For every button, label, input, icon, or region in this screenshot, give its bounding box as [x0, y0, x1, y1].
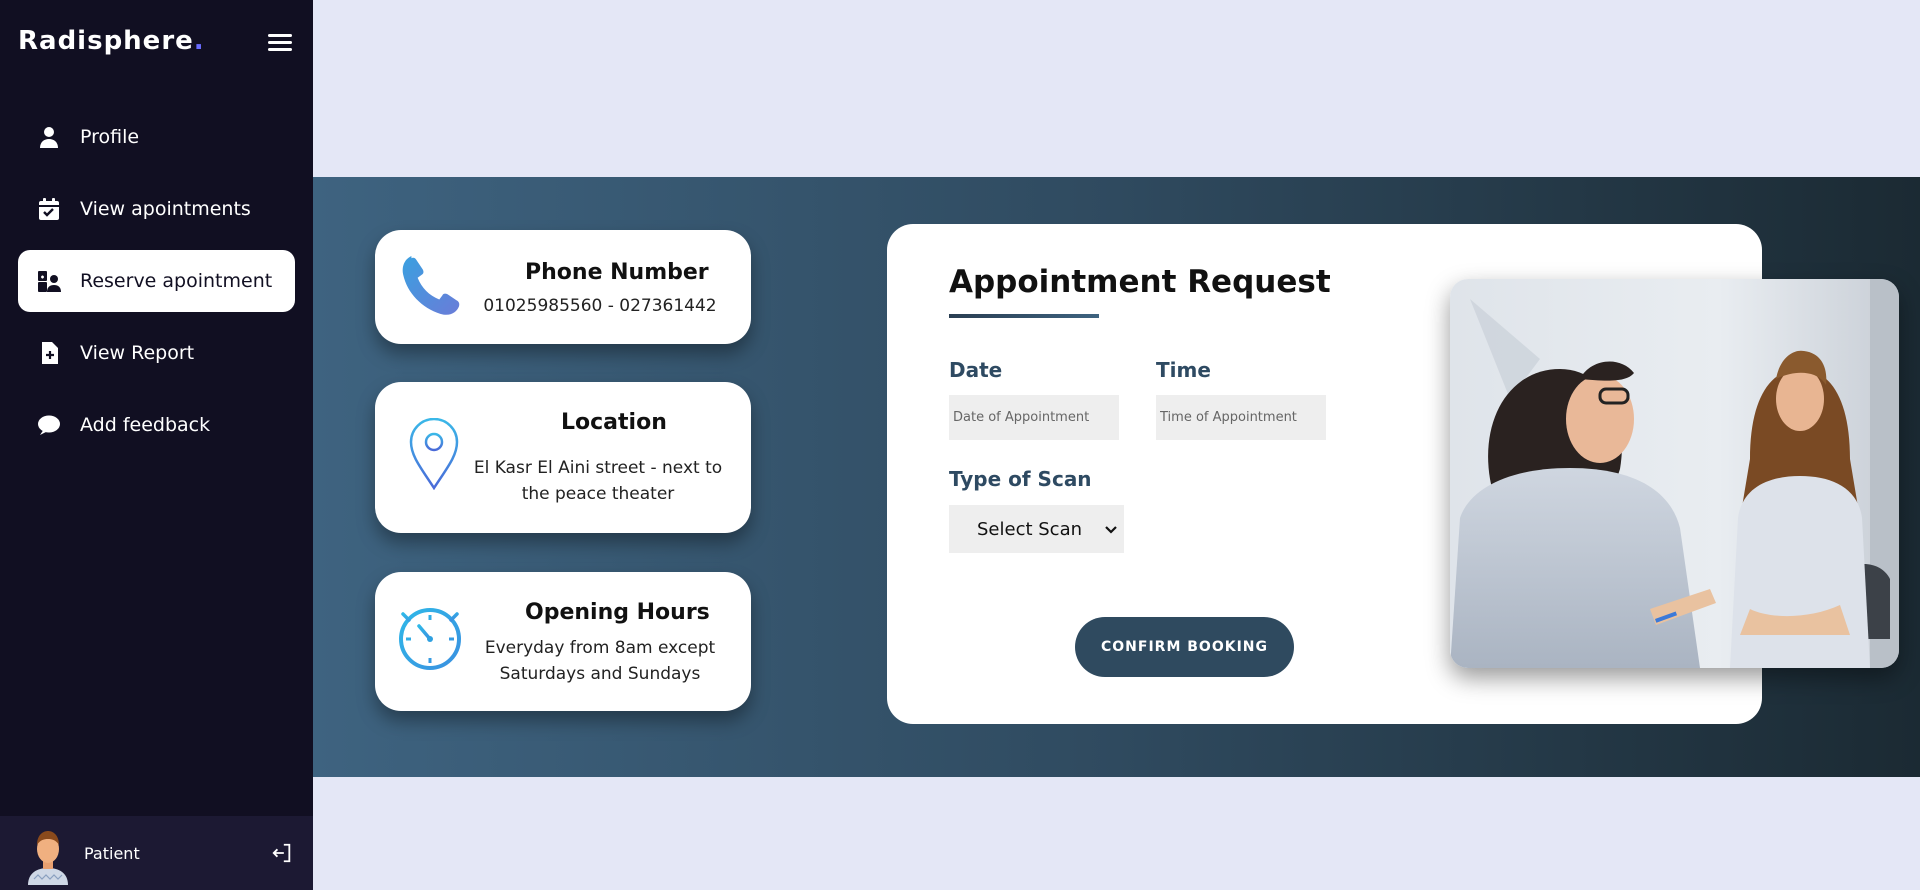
- sidebar-item-label: View apointments: [80, 198, 251, 220]
- clock-icon: [397, 606, 463, 676]
- appointment-section: Phone Number 01025985560 - 027361442 Loc…: [313, 177, 1920, 777]
- sidebar-item-label: Reserve apointment: [80, 270, 273, 292]
- time-input[interactable]: [1156, 395, 1326, 440]
- date-input[interactable]: [949, 395, 1119, 440]
- sidebar-item-reserve-apointment[interactable]: Reserve apointment: [18, 250, 295, 312]
- map-pin-icon: [409, 417, 459, 494]
- menu-toggle-icon[interactable]: [268, 34, 292, 52]
- brand-logo[interactable]: Radisphere.: [18, 26, 205, 56]
- brand-name: Radisphere: [18, 26, 194, 56]
- scan-select[interactable]: Select Scan: [949, 505, 1124, 553]
- sidebar-item-label: Profile: [80, 126, 140, 148]
- phone-text: 01025985560 - 027361442: [483, 296, 717, 316]
- comment-icon: [36, 412, 62, 438]
- doctor-patient-photo: [1450, 279, 1899, 668]
- hours-title: Opening Hours: [525, 600, 710, 625]
- hours-card: Opening Hours Everyday from 8am except S…: [375, 572, 751, 711]
- hours-text: Everyday from 8am except Saturdays and S…: [484, 638, 716, 684]
- profile-bar: Patient: [0, 816, 313, 890]
- sidebar-item-profile[interactable]: Profile: [18, 106, 295, 168]
- location-text: El Kasr El Aini street - next to the pea…: [473, 458, 723, 504]
- scan-select-value: Select Scan: [977, 518, 1083, 540]
- logout-icon[interactable]: [271, 842, 293, 864]
- sidebar-item-view-apointments[interactable]: View apointments: [18, 178, 295, 240]
- chevron-down-icon: [1104, 521, 1118, 535]
- sidebar: Radisphere. Profile View apointments Res…: [0, 0, 313, 890]
- profile-name: Patient: [84, 843, 140, 863]
- date-label: Date: [949, 358, 1003, 382]
- brand-dot: .: [193, 26, 205, 56]
- time-label: Time: [1156, 358, 1211, 382]
- avatar[interactable]: [26, 829, 70, 885]
- form-title: Appointment Request: [949, 264, 1331, 300]
- sidebar-item-label: View Report: [80, 342, 195, 364]
- phone-title: Phone Number: [525, 260, 709, 285]
- person-icon: [36, 124, 62, 150]
- calendar-check-icon: [36, 196, 62, 222]
- sidebar-item-label: Add feedback: [80, 414, 211, 436]
- sidebar-item-add-feedback[interactable]: Add feedback: [18, 394, 295, 456]
- confirm-booking-button[interactable]: CONFIRM BOOKING: [1075, 617, 1294, 677]
- sidebar-nav: Profile View apointments Reserve apointm…: [18, 106, 295, 466]
- location-card: Location El Kasr El Aini street - next t…: [375, 382, 751, 533]
- sidebar-item-view-report[interactable]: View Report: [18, 322, 295, 384]
- doctor-icon: [36, 268, 62, 294]
- title-underline: [949, 314, 1099, 318]
- scan-label: Type of Scan: [949, 467, 1092, 491]
- phone-card: Phone Number 01025985560 - 027361442: [375, 230, 751, 344]
- location-title: Location: [561, 410, 667, 435]
- file-plus-icon: [36, 340, 62, 366]
- phone-icon: [397, 252, 463, 322]
